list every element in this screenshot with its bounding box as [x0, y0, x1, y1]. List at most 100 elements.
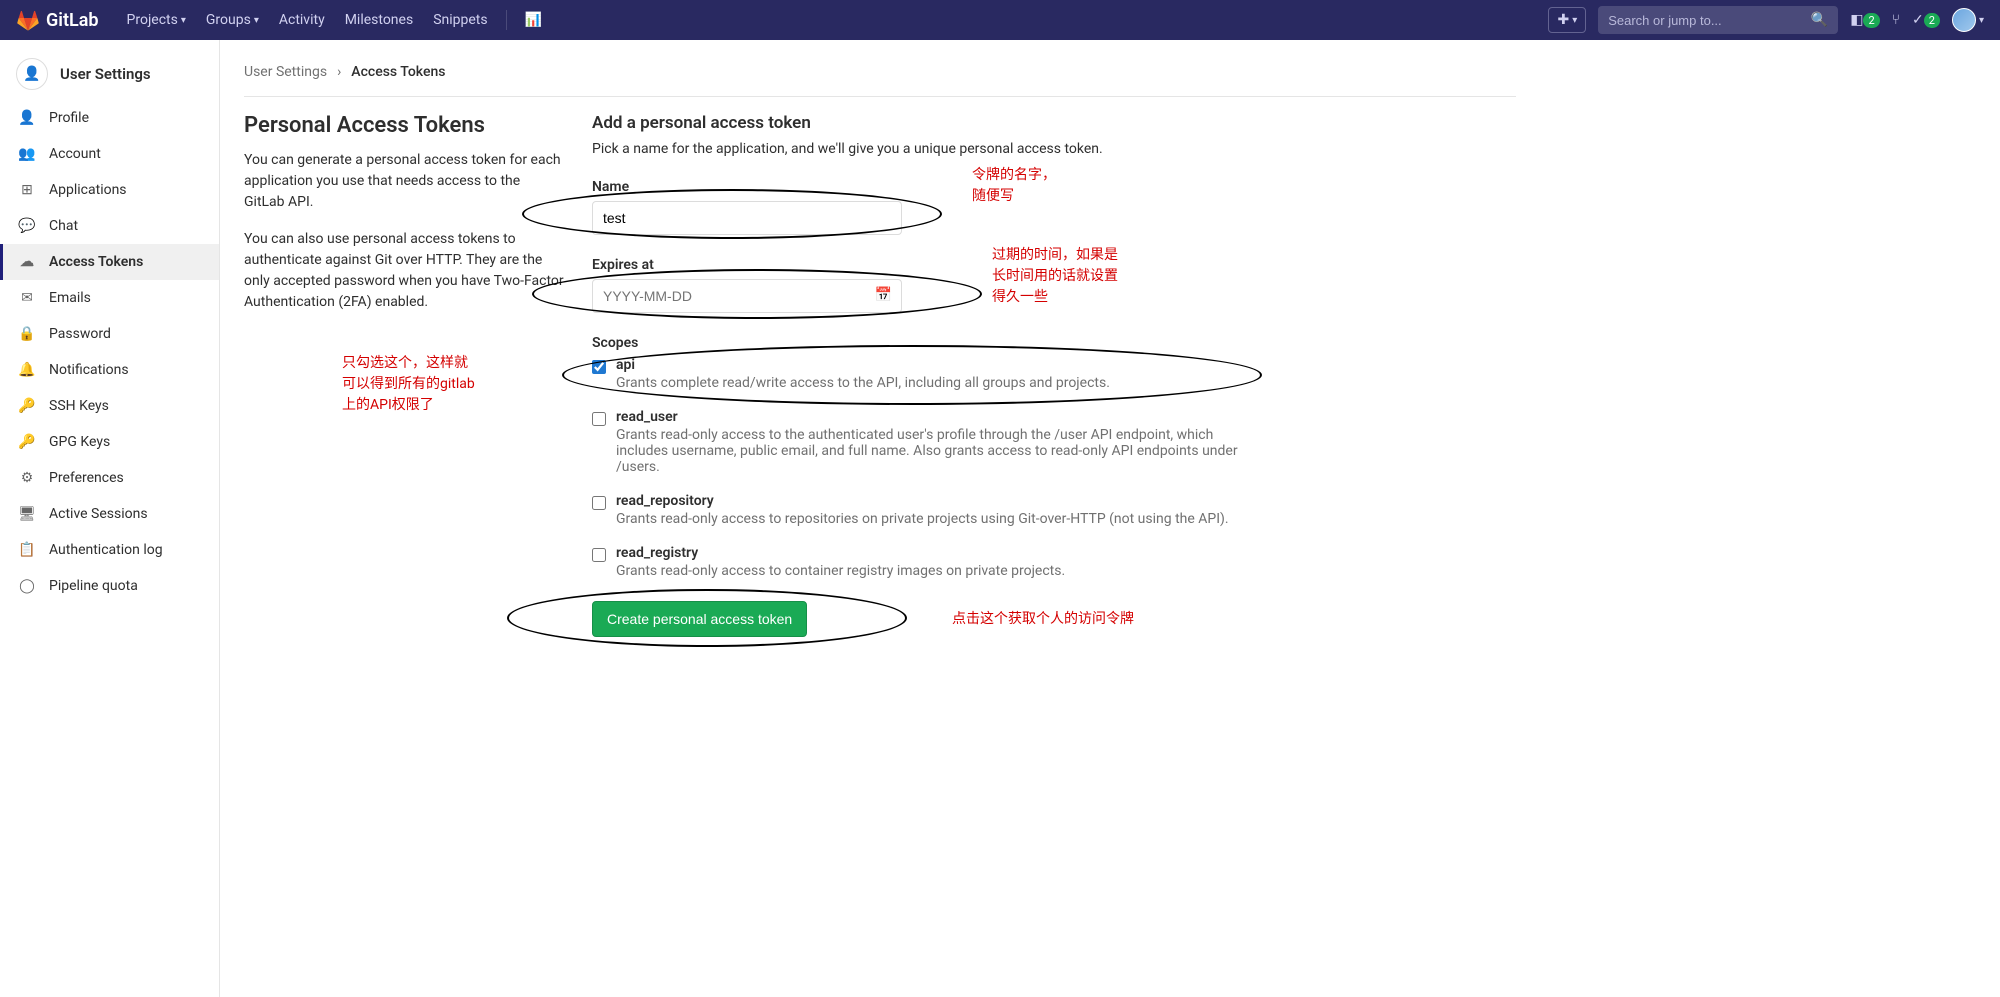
user-menu[interactable]: ▾ [1952, 8, 1984, 32]
annotation-expires: 过期的时间，如果是 长时间用的话就设置 得久一些 [992, 245, 1118, 308]
main-content: User Settings › Access Tokens Personal A… [220, 40, 1540, 997]
sidebar-item-label: Emails [49, 290, 91, 306]
sidebar-icon: ☁ [19, 254, 35, 270]
form-heading: Add a personal access token [592, 113, 1516, 133]
sidebar-title: User Settings [60, 65, 151, 83]
sidebar-item-label: Access Tokens [49, 254, 143, 270]
form-hint: Pick a name for the application, and we'… [592, 141, 1516, 157]
sidebar-item-label: Password [49, 326, 111, 342]
sidebar-icon: 🖥 [19, 506, 35, 522]
scope-name: read_user [616, 409, 1256, 425]
sidebar-icon: 💬 [19, 218, 35, 234]
scope-desc: Grants read-only access to container reg… [616, 563, 1065, 579]
sidebar-item-chat[interactable]: 💬 Chat [0, 208, 219, 244]
sidebar-icon: ⊞ [19, 182, 35, 198]
sidebar-item-pipeline-quota[interactable]: ◯ Pipeline quota [0, 568, 219, 604]
sidebar-item-access-tokens[interactable]: ☁ Access Tokens [0, 244, 219, 280]
sidebar-item-label: GPG Keys [49, 434, 110, 450]
search-input[interactable] [1608, 13, 1811, 28]
scope-checkbox-read_repository[interactable] [592, 496, 606, 510]
breadcrumb-sep: › [337, 64, 341, 80]
todos-badge: 2 [1924, 13, 1940, 28]
avatar [1952, 8, 1976, 32]
sidebar-item-active-sessions[interactable]: 🖥 Active Sessions [0, 496, 219, 532]
scope-name: read_registry [616, 545, 1065, 561]
calendar-icon[interactable]: 📅 [875, 287, 892, 303]
issues-badge: 2 [1863, 13, 1879, 28]
scope-read_user: read_user Grants read-only access to the… [592, 409, 1516, 475]
gitlab-icon [16, 8, 40, 32]
user-avatar-icon: 👤 [16, 58, 48, 90]
expires-label: Expires at [592, 257, 1516, 273]
scope-checkbox-api[interactable] [592, 360, 606, 374]
breadcrumb: User Settings › Access Tokens [244, 56, 1516, 97]
sidebar-item-preferences[interactable]: ⚙Preferences [0, 460, 219, 496]
sidebar-item-ssh-keys[interactable]: 🔑 SSH Keys [0, 388, 219, 424]
create-new-button[interactable]: ✚ ▾ [1548, 7, 1586, 33]
nav-separator [506, 10, 507, 30]
scope-desc: Grants read-only access to the authentic… [616, 427, 1256, 475]
gitlab-logo[interactable]: GitLab [16, 8, 99, 32]
search-box[interactable]: 🔍 [1598, 6, 1838, 34]
sidebar-item-notifications[interactable]: 🔔Notifications [0, 352, 219, 388]
page-heading: Personal Access Tokens [244, 113, 564, 138]
name-label: Name [592, 179, 1516, 195]
nav-activity[interactable]: Activity [269, 0, 335, 40]
sidebar: 👤 User Settings 👤 Profile 👥Account ⊞ Applica… [0, 40, 220, 997]
description-p1: You can generate a personal access token… [244, 150, 564, 213]
top-nav: GitLab Projects▾ Groups▾ Activity Milest… [0, 0, 2000, 40]
metrics-icon[interactable]: 📊 [515, 0, 552, 40]
scope-read_repository: read_repository Grants read-only access … [592, 493, 1516, 527]
name-input[interactable] [592, 201, 902, 235]
nav-groups[interactable]: Groups▾ [196, 0, 269, 40]
scope-checkbox-read_user[interactable] [592, 412, 606, 426]
merge-requests-icon[interactable]: ⑂ [1892, 12, 1900, 28]
description-p2: You can also use personal access tokens … [244, 229, 564, 313]
sidebar-item-label: Profile [49, 110, 89, 126]
description-column: Personal Access Tokens You can generate … [244, 113, 564, 637]
sidebar-icon: 🔑 [19, 434, 35, 450]
sidebar-icon: ◯ [19, 578, 35, 594]
sidebar-item-authentication-log[interactable]: 📋 Authentication log [0, 532, 219, 568]
sidebar-item-gpg-keys[interactable]: 🔑 GPG Keys [0, 424, 219, 460]
sidebar-icon: 🔑 [19, 398, 35, 414]
nav-snippets[interactable]: Snippets [423, 0, 497, 40]
scope-api: api Grants complete read/write access to… [592, 357, 1516, 391]
nav-milestones[interactable]: Milestones [335, 0, 424, 40]
nav-projects[interactable]: Projects▾ [117, 0, 196, 40]
sidebar-item-label: Applications [49, 182, 127, 198]
scope-name: api [616, 357, 1110, 373]
scope-desc: Grants read-only access to repositories … [616, 511, 1229, 527]
sidebar-item-account[interactable]: 👥Account [0, 136, 219, 172]
sidebar-item-applications[interactable]: ⊞ Applications [0, 172, 219, 208]
issues-icon[interactable]: ◧2 [1850, 12, 1879, 28]
sidebar-item-label: Account [49, 146, 101, 162]
form-column: Add a personal access token Pick a name … [592, 113, 1516, 637]
sidebar-icon: 👤 [19, 110, 35, 126]
breadcrumb-root[interactable]: User Settings [244, 64, 327, 80]
sidebar-item-label: SSH Keys [49, 398, 109, 414]
sidebar-item-label: Notifications [49, 362, 129, 378]
expires-input[interactable] [592, 279, 902, 313]
sidebar-item-label: Pipeline quota [49, 578, 138, 594]
sidebar-header[interactable]: 👤 User Settings [0, 48, 219, 100]
sidebar-item-emails[interactable]: ✉Emails [0, 280, 219, 316]
scopes-label: Scopes [592, 335, 1516, 351]
create-token-button[interactable]: Create personal access token [592, 601, 807, 637]
sidebar-icon: 📋 [19, 542, 35, 558]
scope-read_registry: read_registry Grants read-only access to… [592, 545, 1516, 579]
sidebar-icon: 🔒 [19, 326, 35, 342]
breadcrumb-current: Access Tokens [351, 64, 445, 80]
todos-icon[interactable]: ✓2 [1912, 12, 1940, 28]
search-icon: 🔍 [1811, 12, 1828, 28]
sidebar-item-label: Chat [49, 218, 78, 234]
sidebar-item-label: Active Sessions [49, 506, 148, 522]
sidebar-item-password[interactable]: 🔒 Password [0, 316, 219, 352]
sidebar-item-label: Preferences [49, 470, 124, 486]
scope-checkbox-read_registry[interactable] [592, 548, 606, 562]
scope-name: read_repository [616, 493, 1229, 509]
brand-text: GitLab [46, 10, 99, 31]
sidebar-item-label: Authentication log [49, 542, 163, 558]
annotation-submit: 点击这个获取个人的访问令牌 [952, 609, 1134, 630]
sidebar-item-profile[interactable]: 👤 Profile [0, 100, 219, 136]
